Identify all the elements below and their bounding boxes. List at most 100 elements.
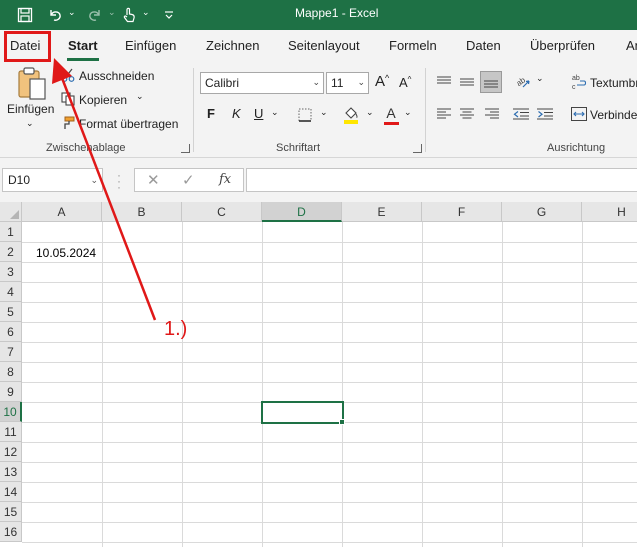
svg-text:ab: ab [572,75,580,82]
column-header-b[interactable]: B [102,202,182,222]
borders-icon[interactable] [296,106,314,124]
grow-font-caret-icon: ^ [385,73,390,83]
merge-center-button[interactable]: Verbinder [590,108,637,122]
row-header-6[interactable]: 6 [0,322,22,342]
column-header-f[interactable]: F [422,202,502,222]
tab-daten[interactable]: Daten [466,38,501,53]
copy-icon[interactable] [60,91,76,107]
insert-function-icon[interactable]: fx [219,172,231,187]
fill-handle[interactable] [339,419,345,425]
shrink-font-button[interactable]: A^ [399,75,411,90]
shrink-font-label: A [399,75,408,90]
row-header-4[interactable]: 4 [0,282,22,302]
align-right-icon[interactable] [482,104,502,124]
column-header-c[interactable]: C [182,202,262,222]
row-header-10[interactable]: 10 [0,402,22,422]
name-box-dropdown-icon[interactable]: ⌄ [90,175,98,186]
row-header-15[interactable]: 15 [0,502,22,522]
tab-einfuegen[interactable]: Einfügen [125,38,176,53]
paste-icon[interactable] [14,66,50,102]
select-all-button[interactable] [0,202,22,222]
name-box[interactable]: D10 ⌄ [2,168,103,192]
row-header-9[interactable]: 9 [0,382,22,402]
group-separator [425,68,426,152]
row-header-5[interactable]: 5 [0,302,22,322]
row-header-16[interactable]: 16 [0,522,22,542]
svg-text:ab: ab [515,75,528,88]
format-painter-icon[interactable] [60,115,76,131]
column-header-d[interactable]: D [262,202,342,222]
align-bottom-button[interactable] [480,71,502,93]
fill-color-dropdown-icon[interactable]: ⌄ [366,107,374,118]
enter-icon[interactable]: ✓ [182,171,195,189]
row-header-14[interactable]: 14 [0,482,22,502]
tab-seitenlayout[interactable]: Seitenlayout [288,38,360,53]
cell-a2[interactable]: 10.05.2024 [36,246,96,260]
gridline-horizontal [22,542,637,543]
row-header-3[interactable]: 3 [0,262,22,282]
window-title: Mappe1 - Excel [295,6,379,20]
grow-font-button[interactable]: A^ [375,73,389,90]
wrap-text-button[interactable]: Textumbr [590,76,637,90]
grow-font-label: A [375,73,386,90]
borders-dropdown-icon[interactable]: ⌄ [320,107,328,118]
tab-start[interactable]: Start [68,38,98,53]
paste-dropdown-icon[interactable]: ⌄ [26,118,34,129]
row-header-1[interactable]: 1 [0,222,22,242]
active-cell-d10[interactable] [261,401,344,424]
font-size-select[interactable]: 11 ⌄ [326,72,369,94]
wrap-text-icon[interactable]: ab c [570,72,588,92]
cut-button[interactable]: Ausschneiden [79,69,154,83]
clipboard-dialog-launcher-icon[interactable] [181,144,190,153]
gridline-horizontal [22,342,637,343]
tab-formeln[interactable]: Formeln [389,38,437,53]
row-header-8[interactable]: 8 [0,362,22,382]
column-header-g[interactable]: G [502,202,582,222]
copy-dropdown-icon[interactable]: ⌄ [136,91,144,102]
tab-ueberpruefen[interactable]: Überprüfen [530,38,595,53]
copy-button[interactable]: Kopieren [79,93,127,107]
font-dialog-launcher-icon[interactable] [413,144,422,153]
align-top-icon[interactable] [434,72,454,92]
tab-zeichnen[interactable]: Zeichnen [206,38,259,53]
font-color-dropdown-icon[interactable]: ⌄ [404,107,412,118]
row-header-2[interactable]: 2 [0,242,22,262]
bold-button[interactable]: F [207,106,215,121]
font-color-label: A [386,104,396,121]
gridline-horizontal [22,382,637,383]
align-left-icon[interactable] [434,104,454,124]
ribbon: Einfügen ⌄ Ausschneiden Kopieren ⌄ Forma… [0,62,637,158]
font-name-select[interactable]: Calibri ⌄ [200,72,324,94]
gridline-vertical [102,222,103,547]
fill-color-icon[interactable] [342,105,360,125]
align-middle-icon[interactable] [457,72,477,92]
decrease-indent-icon[interactable] [511,104,531,124]
cut-icon[interactable] [60,67,76,83]
column-header-a[interactable]: A [22,202,102,222]
format-painter-button[interactable]: Format übertragen [79,117,178,131]
italic-button[interactable]: K [232,106,241,121]
row-header-11[interactable]: 11 [0,422,22,442]
tab-ansicht[interactable]: An [626,38,637,53]
underline-button[interactable]: U [254,106,263,121]
font-color-icon[interactable]: A [382,104,400,126]
column-header-h[interactable]: H [582,202,637,222]
formula-bar-splitter[interactable]: · · · [117,169,121,193]
column-header-e[interactable]: E [342,202,422,222]
underline-dropdown-icon[interactable]: ⌄ [271,107,279,118]
title-bar: ⌄ ⌄ ⌄ Mappe1 - Excel [0,0,637,30]
cancel-icon[interactable]: ✕ [147,171,160,189]
worksheet-grid[interactable]: A B C D E F G H 1 2 3 4 5 6 7 8 9 10 11 … [0,202,637,547]
row-header-7[interactable]: 7 [0,342,22,362]
gridline-vertical [582,222,583,547]
paste-label[interactable]: Einfügen [7,102,54,116]
orientation-dropdown-icon[interactable]: ⌄ [536,73,544,84]
merge-center-icon[interactable] [570,105,588,123]
formula-input[interactable] [246,168,637,192]
row-header-12[interactable]: 12 [0,442,22,462]
increase-indent-icon[interactable] [535,104,555,124]
gridline-horizontal [22,302,637,303]
row-header-13[interactable]: 13 [0,462,22,482]
orientation-icon[interactable]: ab [513,71,533,91]
align-center-icon[interactable] [457,104,477,124]
